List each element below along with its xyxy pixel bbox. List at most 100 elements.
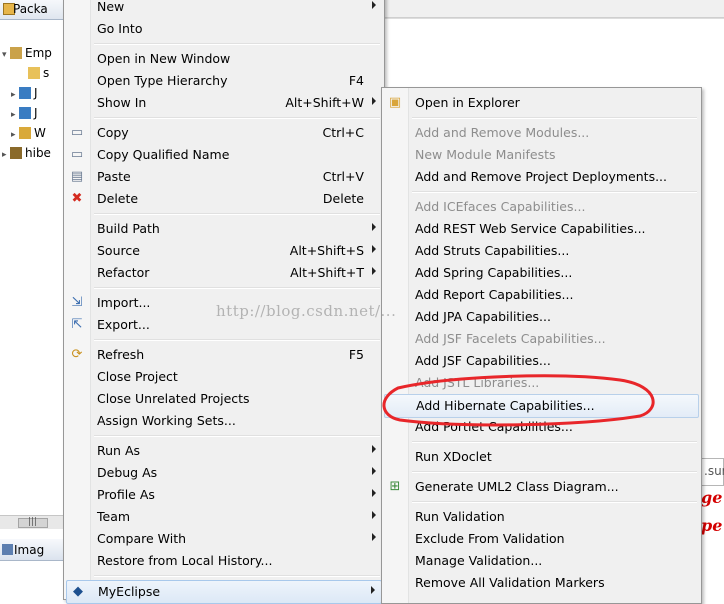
menu-item-label: Export... [97, 317, 150, 332]
submenu-item-add-portlet-capabilities[interactable]: Add Portlet Capabilities... [384, 416, 699, 438]
submenu-item-add-jpa-capabilities[interactable]: Add JPA Capabilities... [384, 306, 699, 328]
menu-item-label: Add JPA Capabilities... [415, 309, 551, 324]
tab-package-explorer[interactable]: Packa [0, 0, 64, 20]
menu-separator [94, 339, 380, 341]
menu-item-build-path[interactable]: Build Path [66, 218, 382, 240]
menu-item-compare-with[interactable]: Compare With [66, 528, 382, 550]
menu-item-label: Add and Remove Project Deployments... [415, 169, 667, 184]
scrollbar-thumb[interactable]: ||| [18, 517, 48, 528]
expand-twisty-icon[interactable]: ▸ [11, 90, 19, 100]
menu-item-label: Restore from Local History... [97, 553, 273, 568]
menu-item-label: Open Type Hierarchy [97, 73, 228, 88]
image-icon [2, 544, 13, 555]
red-annotation-text: pe [701, 516, 723, 535]
menu-separator [94, 435, 380, 437]
menu-item-label: Add ICEfaces Capabilities... [415, 199, 586, 214]
submenu-item-add-struts-capabilities[interactable]: Add Struts Capabilities... [384, 240, 699, 262]
tree-item-label: W [34, 126, 46, 140]
menu-item-export[interactable]: ⇱ Export... [66, 314, 382, 336]
tree-item-label: hibe [25, 146, 51, 160]
submenu-arrow-icon [372, 445, 376, 453]
tab-image[interactable]: Imag [0, 539, 64, 561]
menu-item-label: Run XDoclet [415, 449, 492, 464]
menu-item-label: Assign Working Sets... [97, 413, 236, 428]
menu-item-profile-as[interactable]: Profile As [66, 484, 382, 506]
submenu-arrow-icon [372, 1, 376, 9]
menu-item-show-in[interactable]: Show In Alt+Shift+W [66, 92, 382, 114]
refresh-icon: ⟳ [71, 347, 83, 362]
submenu-item-add-report-capabilities[interactable]: Add Report Capabilities... [384, 284, 699, 306]
submenu-item-generate-uml2-class-diagram[interactable]: ⊞ Generate UML2 Class Diagram... [384, 476, 699, 498]
menu-item-close-project[interactable]: Close Project [66, 366, 382, 388]
menu-separator [94, 117, 380, 119]
submenu-item-manage-validation[interactable]: Manage Validation... [384, 550, 699, 572]
menu-item-delete[interactable]: ✖ Delete Delete [66, 188, 382, 210]
submenu-item-run-validation[interactable]: Run Validation [384, 506, 699, 528]
tree-item[interactable]: ▸ J [0, 106, 64, 126]
submenu-item-open-in-explorer[interactable]: ▣ Open in Explorer [384, 92, 699, 114]
submenu-arrow-icon [372, 467, 376, 475]
menu-item-label: MyEclipse [98, 584, 161, 599]
menu-item-copy-qualified-name[interactable]: ▭ Copy Qualified Name [66, 144, 382, 166]
menu-item-label: Add Struts Capabilities... [415, 243, 570, 258]
tree-item[interactable]: s [0, 66, 64, 86]
submenu-item-remove-all-validation-markers[interactable]: Remove All Validation Markers [384, 572, 699, 594]
import-icon: ⇲ [71, 295, 83, 310]
menu-item-label: Manage Validation... [415, 553, 543, 568]
menu-item-team[interactable]: Team [66, 506, 382, 528]
menu-item-label: Compare With [97, 531, 187, 546]
menu-item-label: Show In [97, 95, 147, 110]
folder-icon [10, 147, 22, 159]
menu-separator [94, 213, 380, 215]
menu-item-import[interactable]: ⇲ Import... [66, 292, 382, 314]
submenu-item-add-and-remove-project-deployments[interactable]: Add and Remove Project Deployments... [384, 166, 699, 188]
tree-item[interactable]: ▸ hibe [0, 146, 64, 166]
menu-item-shortcut: Alt+Shift+T [290, 265, 364, 280]
menu-item-refactor[interactable]: Refactor Alt+Shift+T [66, 262, 382, 284]
menu-item-run-as[interactable]: Run As [66, 440, 382, 462]
expand-twisty-icon[interactable]: ▸ [2, 150, 10, 160]
menu-item-debug-as[interactable]: Debug As [66, 462, 382, 484]
tree-item-label: s [43, 66, 50, 80]
menu-item-label: Add JSTL Libraries... [415, 375, 540, 390]
submenu-item-add-jsf-capabilities[interactable]: Add JSF Capabilities... [384, 350, 699, 372]
menu-item-label: Build Path [97, 221, 160, 236]
menu-item-paste[interactable]: ▤ Paste Ctrl+V [66, 166, 382, 188]
menu-item-copy[interactable]: ▭ Copy Ctrl+C [66, 122, 382, 144]
divider [384, 18, 724, 19]
submenu-item-new-module-manifests: New Module Manifests [384, 144, 699, 166]
menu-item-open-type-hierarchy[interactable]: Open Type Hierarchy F4 [66, 70, 382, 92]
menu-item-label: Copy [97, 125, 129, 140]
open-in-explorer-icon: ▣ [388, 95, 402, 110]
submenu-item-add-icefaces-capabilities: Add ICEfaces Capabilities... [384, 196, 699, 218]
tree-item[interactable]: ▸ J [0, 86, 64, 106]
menu-item-label: Add JSF Facelets Capabilities... [415, 331, 606, 346]
submenu-item-run-xdoclet[interactable]: Run XDoclet [384, 446, 699, 468]
submenu-item-add-hibernate-capabilities[interactable]: Add Hibernate Capabilities... [384, 394, 699, 418]
menu-item-refresh[interactable]: ⟳ Refresh F5 [66, 344, 382, 366]
submenu-item-add-rest-web-service-capabilities[interactable]: Add REST Web Service Capabilities... [384, 218, 699, 240]
menu-item-restore-from-local-history[interactable]: Restore from Local History... [66, 550, 382, 572]
expand-twisty-icon[interactable]: ▾ [2, 50, 10, 60]
expand-twisty-icon[interactable]: ▸ [11, 130, 19, 140]
menu-item-label: Close Unrelated Projects [97, 391, 250, 406]
menu-item-assign-working-sets[interactable]: Assign Working Sets... [66, 410, 382, 432]
folder-icon [19, 127, 31, 139]
tree-item[interactable]: ▾ Emp [0, 46, 64, 66]
horizontal-scrollbar[interactable]: ||| [0, 515, 64, 529]
menu-item-go-into[interactable]: Go Into [66, 18, 382, 40]
folder-icon [19, 107, 31, 119]
menu-item-label: Add Hibernate Capabilities... [416, 398, 595, 413]
menu-item-open-in-new-window[interactable]: Open in New Window [66, 48, 382, 70]
uml-diagram-icon: ⊞ [389, 479, 401, 494]
tree-item[interactable]: ▸ W [0, 126, 64, 146]
menu-item-close-unrelated-projects[interactable]: Close Unrelated Projects [66, 388, 382, 410]
menu-item-label: Run Validation [415, 509, 505, 524]
submenu-item-exclude-from-validation[interactable]: Exclude From Validation [384, 528, 699, 550]
menu-item-myeclipse[interactable]: ◆ MyEclipse [66, 580, 382, 604]
menu-item-label: Debug As [97, 465, 158, 480]
submenu-item-add-spring-capabilities[interactable]: Add Spring Capabilities... [384, 262, 699, 284]
expand-twisty-icon[interactable]: ▸ [11, 110, 19, 120]
menu-item-source[interactable]: Source Alt+Shift+S [66, 240, 382, 262]
menu-item-new[interactable]: New [66, 0, 382, 18]
